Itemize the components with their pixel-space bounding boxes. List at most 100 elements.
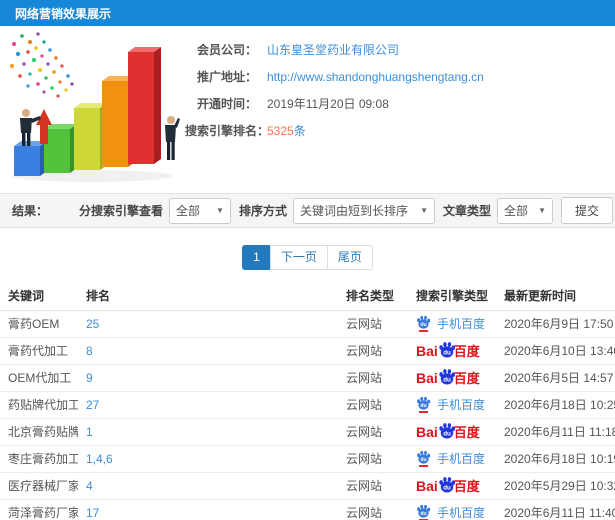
table-row: 药贴牌代加工 27 云网站 du 手机百度 2020年6月18日 10:25 <box>0 391 615 419</box>
confetti-dots <box>10 32 74 98</box>
bar-red <box>128 47 161 164</box>
baidu-logo-bai: Bai <box>416 342 438 359</box>
mobile-baidu-underline <box>419 411 428 413</box>
engine-filter-select[interactable]: 全部 ▼ <box>168 197 231 224</box>
mobile-baidu-label: 手机百度 <box>437 398 486 412</box>
col-header-rank: 排名 <box>78 282 338 311</box>
page-number-current[interactable]: 1 <box>242 245 271 270</box>
table-header-row: 关键词 排名 排名类型 搜索引擎类型 最新更新时间 <box>0 282 615 311</box>
keyword-cell: 枣庄膏药加工 <box>0 445 78 473</box>
rank-link[interactable]: 1,4,6 <box>78 445 338 473</box>
info-fields: 会员公司： 山东皇圣堂药业有限公司 推广地址： http://www.shand… <box>185 26 484 193</box>
table-row: 菏泽膏药厂家 17 云网站 du 手机百度 2020年6月11日 11:40 <box>0 499 615 520</box>
mobile-baidu-label: 手机百度 <box>437 317 486 331</box>
svg-text:du: du <box>443 349 451 356</box>
table-row: 枣庄膏药加工 1,4,6 云网站 du 手机百度 2020年6月18日 10:1… <box>0 445 615 473</box>
baidu-logo-bai: Bai <box>416 369 438 386</box>
rank-type-cell: 云网站 <box>338 472 408 500</box>
rank-link[interactable]: 9 <box>78 364 338 392</box>
keyword-cell: 膏药代加工 <box>0 337 78 365</box>
info-field-value[interactable]: 山东皇圣堂药业有限公司 <box>267 41 399 58</box>
article-type-label: 文章类型 <box>442 204 491 218</box>
updated-time-cell: 2020年6月11日 11:40 <box>496 499 615 520</box>
engine-type-cell: Bai du 百度 <box>408 472 496 500</box>
baidu-logo-bai: Bai <box>416 477 438 494</box>
svg-text:du: du <box>420 457 426 463</box>
rank-type-cell: 云网站 <box>338 499 408 520</box>
keyword-cell: 药贴牌代加工 <box>0 391 78 419</box>
baidu-logo: Bai du 百度 <box>416 368 480 387</box>
engine-type-cell: Bai du 百度 <box>408 418 496 446</box>
page-title: 网络营销效果展示 <box>15 6 112 21</box>
info-row: 开通时间： 2019年11月20日 09:08 <box>185 90 484 117</box>
mobile-baidu-label: 手机百度 <box>437 452 486 466</box>
rank-link[interactable]: 25 <box>78 310 338 338</box>
next-page-button[interactable]: 下一页 <box>269 245 328 270</box>
info-row: 会员公司： 山东皇圣堂药业有限公司 <box>185 36 484 63</box>
keyword-cell: 膏药OEM <box>0 310 78 338</box>
results-table: 关键词 排名 排名类型 搜索引擎类型 最新更新时间 膏药OEM 25 云网站 d… <box>0 282 615 520</box>
keyword-cell: OEM代加工 <box>0 364 78 392</box>
table-row: 医疗器械厂家 4 云网站 Bai du 百度 2020年5月29日 10:32 <box>0 472 615 500</box>
engine-type-cell: du 手机百度 <box>408 391 496 419</box>
pagination-wrap: 1 下一页 尾页 <box>0 228 615 282</box>
updated-time-cell: 2020年6月18日 10:19 <box>496 445 615 473</box>
results-table-body: 膏药OEM 25 云网站 du 手机百度 2020年6月9日 17:50 膏药代… <box>0 310 615 520</box>
info-field-suffix: 条 <box>293 124 306 138</box>
info-field-value: 5325 <box>267 123 294 138</box>
info-field-label: 搜索引擎排名： <box>185 124 270 138</box>
baidu-logo-cn: 百度 <box>453 425 480 440</box>
svg-text:du: du <box>443 484 451 491</box>
updated-time-cell: 2020年6月5日 14:57 <box>496 364 615 392</box>
info-field-label: 开通时间： <box>196 97 257 111</box>
last-page-button[interactable]: 尾页 <box>326 245 373 270</box>
rank-type-cell: 云网站 <box>338 445 408 473</box>
mobile-baidu-paw-icon: du <box>416 315 431 332</box>
table-row: 膏药代加工 8 云网站 Bai du 百度 2020年6月10日 13:40 <box>0 337 615 365</box>
mobile-baidu-badge: du 手机百度 <box>416 504 485 520</box>
engine-filter-label: 分搜索引擎查看 <box>78 204 163 218</box>
updated-time-cell: 2020年6月11日 11:18 <box>496 418 615 446</box>
rank-link[interactable]: 4 <box>78 472 338 500</box>
info-field-value: 2019年11月20日 09:08 <box>267 97 389 111</box>
mobile-baidu-paw-icon: du <box>416 450 431 467</box>
col-header-updated: 最新更新时间 <box>496 282 615 311</box>
mobile-baidu-badge: du 手机百度 <box>416 450 485 467</box>
businessman-left <box>20 109 41 146</box>
rank-link[interactable]: 8 <box>78 337 338 365</box>
rank-type-cell: 云网站 <box>338 391 408 419</box>
engine-type-cell: du 手机百度 <box>408 310 496 338</box>
filter-controls: 分搜索引擎查看 全部 ▼ 排序方式 关键词由短到长排序 ▼ 文章类型 全部 ▼ … <box>71 197 613 224</box>
engine-type-cell: Bai du 百度 <box>408 337 496 365</box>
info-field-value[interactable]: http://www.shandonghuangshengtang.cn <box>267 70 484 84</box>
mobile-baidu-underline <box>419 330 428 332</box>
info-row: 推广地址： http://www.shandonghuangshengtang.… <box>185 63 484 90</box>
keyword-cell: 北京膏药贴牌 <box>0 418 78 446</box>
sort-filter-select[interactable]: 关键词由短到长排序 ▼ <box>292 197 435 224</box>
table-row: OEM代加工 9 云网站 Bai du 百度 2020年6月5日 14:57 <box>0 364 615 392</box>
sort-filter-value: 关键词由短到长排序 <box>299 204 408 218</box>
submit-button[interactable]: 提交 <box>561 197 613 224</box>
updated-time-cell: 2020年6月18日 10:25 <box>496 391 615 419</box>
info-row: 搜索引擎排名： 5325 条 <box>185 117 484 144</box>
table-row: 北京膏药贴牌 1 云网站 Bai du 百度 2020年6月11日 11:18 <box>0 418 615 446</box>
chevron-down-icon: ▼ <box>538 206 546 215</box>
article-type-select[interactable]: 全部 ▼ <box>497 197 553 224</box>
article-type-value: 全部 <box>504 204 529 218</box>
pagination: 1 下一页 尾页 <box>242 245 373 270</box>
rank-link[interactable]: 17 <box>78 499 338 520</box>
filter-bar: 结果： 分搜索引擎查看 全部 ▼ 排序方式 关键词由短到长排序 ▼ 文章类型 全… <box>0 193 615 228</box>
svg-text:du: du <box>420 511 426 517</box>
rank-link[interactable]: 27 <box>78 391 338 419</box>
updated-time-cell: 2020年6月9日 17:50 <box>496 310 615 338</box>
rank-link[interactable]: 1 <box>78 418 338 446</box>
baidu-logo: Bai du 百度 <box>416 476 480 495</box>
svg-text:du: du <box>420 403 426 409</box>
businessman-right <box>165 116 180 160</box>
bar-green <box>44 124 77 173</box>
mobile-baidu-badge: du 手机百度 <box>416 315 485 332</box>
growth-chart-illustration <box>0 26 185 191</box>
rank-type-cell: 云网站 <box>338 310 408 338</box>
engine-filter-value: 全部 <box>175 204 200 218</box>
mobile-baidu-paw-icon: du <box>416 504 431 520</box>
